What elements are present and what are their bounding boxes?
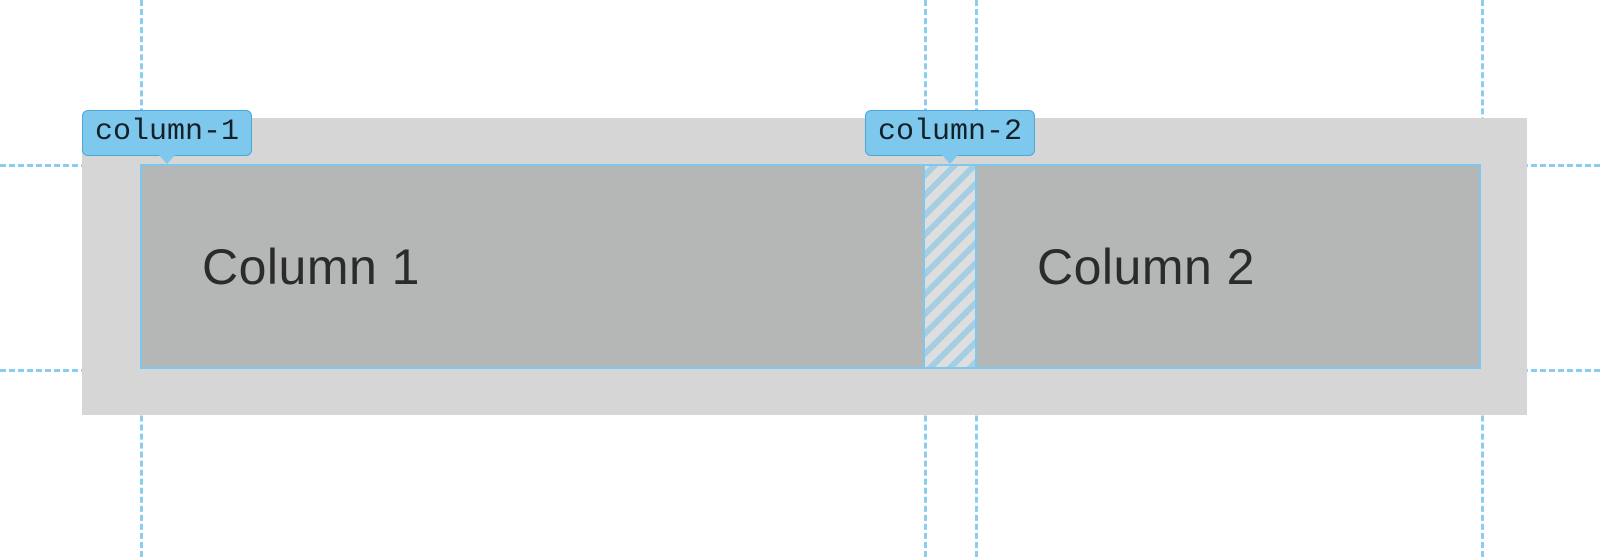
column-2: Column 2 (975, 164, 1481, 369)
column-1: column-1 Column 1 (140, 164, 925, 369)
grid-gap: column-2 (925, 164, 975, 369)
column-1-text: Column 1 (202, 238, 420, 296)
column-2-label-text: column-2 (878, 115, 1022, 149)
grid-row: column-1 Column 1 column-2 Column 2 (140, 164, 1481, 369)
grid-container: column-1 Column 1 column-2 Column 2 (82, 118, 1527, 415)
column-2-label-badge: column-2 (865, 110, 1035, 156)
column-1-label-text: column-1 (95, 115, 239, 149)
column-2-text: Column 2 (1037, 238, 1255, 296)
column-1-label-badge: column-1 (82, 110, 252, 156)
